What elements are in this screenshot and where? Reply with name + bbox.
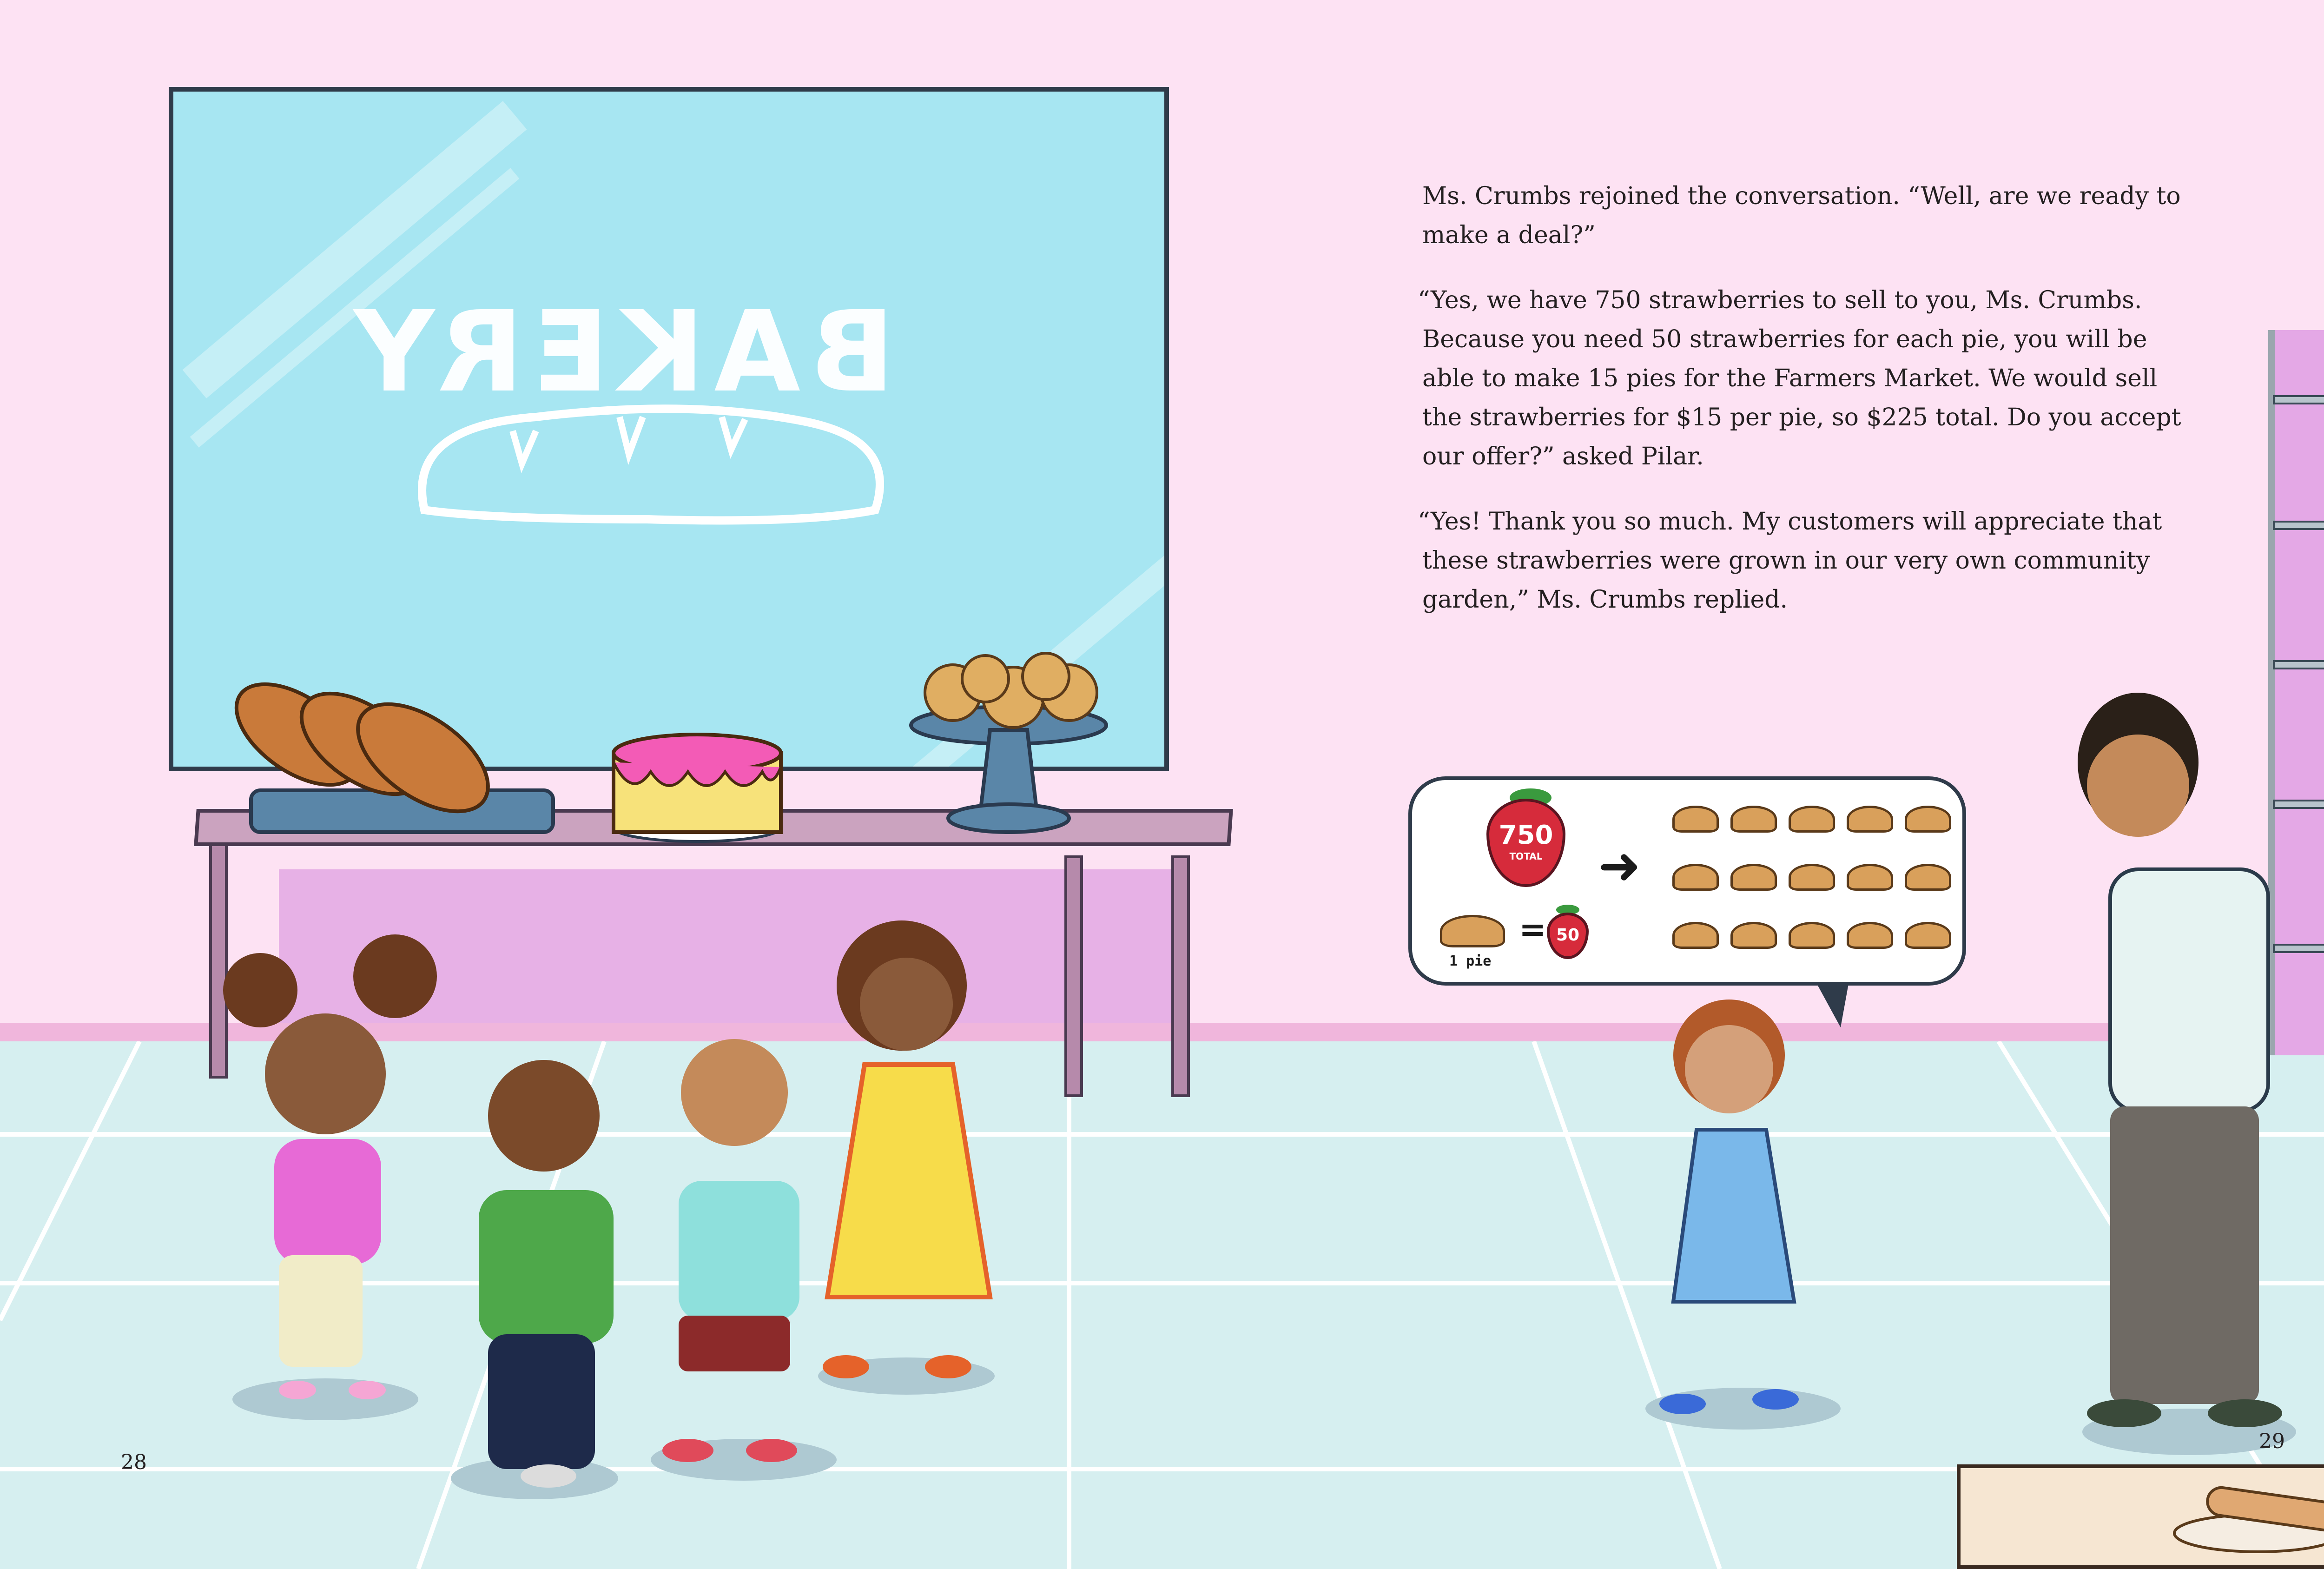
boy-teal-shirt-character <box>651 1039 837 1481</box>
girl-yellow-dress-character <box>818 920 995 1395</box>
page-number-right: 29 <box>2259 1430 2285 1453</box>
rolling-pin-icon <box>2173 1486 2324 1553</box>
page-number-left: 28 <box>121 1450 147 1474</box>
ms-crumbs-baker-character <box>2078 693 2296 1455</box>
girl-pink-jacket-character <box>223 934 437 1420</box>
boy-green-sweater-character <box>451 1060 618 1499</box>
characters <box>223 693 2296 1499</box>
pilar-blue-dress-character <box>1645 1000 1841 1430</box>
counter-with-rolling-pin <box>1957 1464 2324 1569</box>
